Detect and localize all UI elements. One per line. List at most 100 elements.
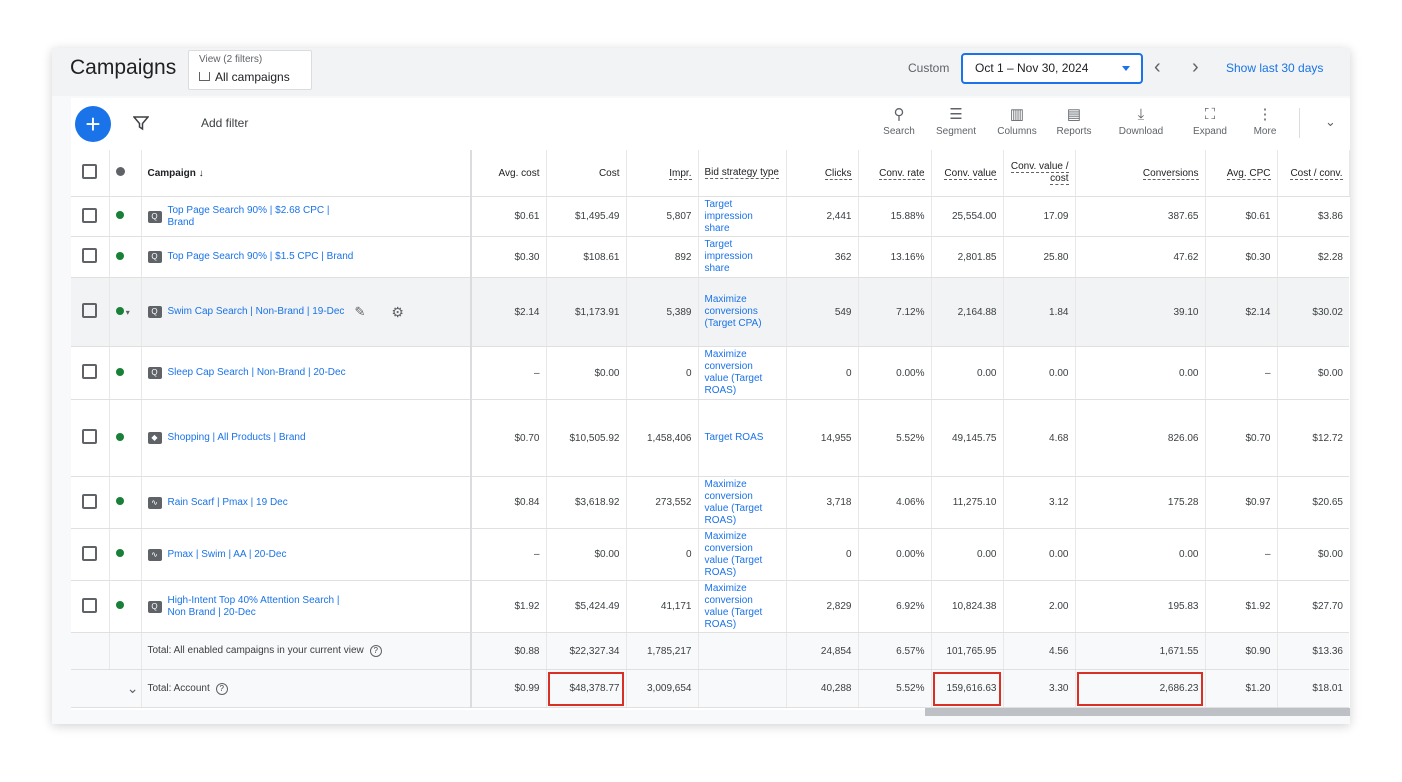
campaign-name-link[interactable]: Pmax | Swim | AA | 20-Dec: [168, 549, 287, 561]
table-row[interactable]: Q Top Page Search 90% | $1.5 CPC | Brand $…: [71, 236, 1349, 278]
previous-period-button[interactable]: ‹: [1154, 56, 1161, 79]
enabled-status-icon[interactable]: [115, 432, 124, 441]
row-status-cell[interactable]: [109, 580, 142, 633]
enabled-status-icon[interactable]: [115, 306, 124, 315]
row-status-cell[interactable]: [109, 476, 142, 529]
row-select-cell[interactable]: [71, 476, 110, 529]
add-filter-button[interactable]: Add filter: [201, 116, 248, 130]
toolbar-segment-button[interactable]: ☰ Segment: [926, 104, 986, 137]
total-avg-cpc-cell: $1.20: [1205, 669, 1278, 708]
row-select-cell[interactable]: [71, 528, 110, 581]
enabled-status-icon[interactable]: [115, 497, 124, 505]
bid-strategy-link[interactable]: Target impression share: [705, 239, 780, 275]
conversions-header[interactable]: Conversions: [1075, 150, 1206, 197]
show-last-30-days-link[interactable]: Show last 30 days: [1226, 61, 1323, 75]
campaign-name-link[interactable]: Swim Cap Search | Non-Brand | 19-Dec: [168, 306, 345, 318]
row-checkbox[interactable]: [82, 429, 98, 444]
bid-strategy-link[interactable]: Maximize conversion value (Target ROAS): [705, 531, 780, 579]
avg-cpc-cell: –: [1205, 346, 1278, 400]
date-range-picker[interactable]: Oct 1 – Nov 30, 2024: [961, 53, 1143, 84]
row-select-cell[interactable]: [71, 346, 110, 400]
row-status-cell[interactable]: [109, 236, 142, 278]
campaign-header[interactable]: Campaign ↓: [141, 150, 472, 197]
enabled-status-icon[interactable]: [115, 367, 124, 376]
toolbar-label: Columns: [997, 126, 1037, 137]
row-select-cell[interactable]: [71, 580, 110, 633]
conv-value-cost-cell: 1.84: [1003, 277, 1076, 347]
clicks-header[interactable]: Clicks: [786, 150, 859, 197]
campaign-name-link[interactable]: Shopping | All Products | Brand: [168, 432, 306, 444]
row-status-cell[interactable]: [109, 196, 142, 237]
settings-gear-icon[interactable]: ⚙: [391, 304, 404, 321]
add-campaign-button[interactable]: +: [75, 106, 111, 142]
row-select-cell[interactable]: [71, 399, 110, 477]
table-row[interactable]: ▾ Q Swim Cap Search | Non-Brand | 19-Dec ✎ ⚙…: [71, 277, 1349, 347]
row-status-cell[interactable]: [109, 346, 142, 400]
row-select-cell[interactable]: [71, 196, 110, 237]
help-icon[interactable]: ?: [369, 645, 382, 657]
status-dropdown-icon[interactable]: ▾: [124, 308, 130, 317]
row-status-cell[interactable]: [109, 399, 142, 477]
conv-value-cost-header[interactable]: Conv. value / cost: [1003, 150, 1076, 197]
row-status-cell[interactable]: ▾: [109, 277, 142, 347]
campaign-name-link[interactable]: Top Page Search 90% | $1.5 CPC | Brand: [168, 251, 354, 263]
row-checkbox[interactable]: [82, 207, 98, 223]
horizontal-scrollbar[interactable]: [925, 708, 1350, 716]
campaign-name-link[interactable]: Rain Scarf | Pmax | 19 Dec: [168, 497, 288, 509]
toolbar-expand-button[interactable]: ⛶ Expand: [1180, 104, 1240, 137]
table-row[interactable]: ∿ Pmax | Swim | AA | 20-Dec – $0.00 0 Maximiz…: [71, 528, 1349, 581]
row-checkbox[interactable]: [82, 545, 98, 561]
row-select-cell[interactable]: [71, 236, 110, 278]
row-status-cell[interactable]: [109, 528, 142, 581]
table-row[interactable]: Q Sleep Cap Search | Non-Brand | 20-Dec – $…: [71, 346, 1349, 400]
expand-account-chevron-icon[interactable]: ⌄: [127, 680, 139, 696]
conv-value-header[interactable]: Conv. value: [931, 150, 1004, 197]
toolbar-columns-button[interactable]: ▥ Columns: [987, 104, 1047, 137]
help-icon[interactable]: ?: [215, 682, 228, 695]
bid-strategy-link[interactable]: Maximize conversion value (Target ROAS): [705, 479, 780, 527]
row-checkbox[interactable]: [82, 493, 98, 509]
toolbar-search-button[interactable]: ⚲ Search: [869, 104, 929, 137]
enabled-status-icon[interactable]: [115, 251, 124, 260]
campaign-name-link[interactable]: Top Page Search 90% | $2.68 CPC | Brand: [168, 205, 358, 229]
table-row[interactable]: Q High-Intent Top 40% Attention Search | …: [71, 580, 1349, 633]
search-campaign-icon: Q: [147, 210, 162, 223]
select-all-header[interactable]: [71, 150, 110, 197]
table-row[interactable]: ◆ Shopping | All Products | Brand $0.70 $10…: [71, 399, 1349, 477]
bid-strategy-link[interactable]: Target impression share: [705, 199, 780, 235]
table-row[interactable]: ∿ Rain Scarf | Pmax | 19 Dec $0.84 $3,618.9…: [71, 476, 1349, 529]
cost-conv-header[interactable]: Cost / conv.: [1277, 150, 1350, 197]
row-checkbox[interactable]: [82, 248, 98, 263]
avg-cpc-header-label: Avg. CPC: [1226, 167, 1271, 180]
toolbar-more-button[interactable]: ⋮ More: [1235, 104, 1295, 137]
view-selector[interactable]: View (2 filters) All campaigns: [188, 50, 312, 90]
bid-strategy-link[interactable]: Maximize conversions (Target CPA): [705, 294, 780, 330]
conv-rate-header[interactable]: Conv. rate: [858, 150, 932, 197]
avg-cpc-header[interactable]: Avg. CPC: [1205, 150, 1278, 197]
cost-header[interactable]: Cost: [546, 150, 627, 197]
collapse-chevron-icon[interactable]: ⌄: [1325, 114, 1336, 130]
enabled-status-icon[interactable]: [115, 549, 124, 557]
campaign-name-link[interactable]: Sleep Cap Search | Non-Brand | 20-Dec: [168, 367, 346, 379]
enabled-status-icon[interactable]: [115, 601, 124, 609]
impr-header[interactable]: Impr.: [626, 150, 699, 197]
edit-pencil-icon[interactable]: ✎: [354, 304, 365, 320]
impr-header-label: Impr.: [669, 167, 692, 180]
campaign-name-link[interactable]: High-Intent Top 40% Attention Search | N…: [168, 595, 358, 619]
bid-strategy-header[interactable]: Bid strategy type: [698, 150, 787, 197]
bid-strategy-link[interactable]: Maximize conversion value (Target ROAS): [705, 349, 780, 397]
row-checkbox[interactable]: [82, 303, 98, 318]
toolbar-reports-button[interactable]: ▤ Reports: [1044, 104, 1104, 137]
bid-strategy-link[interactable]: Maximize conversion value (Target ROAS): [705, 583, 780, 631]
select-all-checkbox[interactable]: [82, 164, 98, 179]
avg-cost-header[interactable]: Avg. cost: [471, 150, 547, 197]
bid-strategy-link[interactable]: Target ROAS: [705, 432, 780, 444]
toolbar-download-button[interactable]: ⤓ Download: [1111, 104, 1171, 137]
next-period-button[interactable]: ›: [1192, 56, 1199, 79]
enabled-status-icon[interactable]: [115, 211, 124, 219]
filter-icon[interactable]: [133, 115, 149, 131]
table-row[interactable]: Q Top Page Search 90% | $2.68 CPC | Brand…: [71, 196, 1349, 237]
row-checkbox[interactable]: [82, 597, 98, 613]
row-checkbox[interactable]: [82, 364, 98, 379]
row-select-cell[interactable]: [71, 277, 110, 347]
